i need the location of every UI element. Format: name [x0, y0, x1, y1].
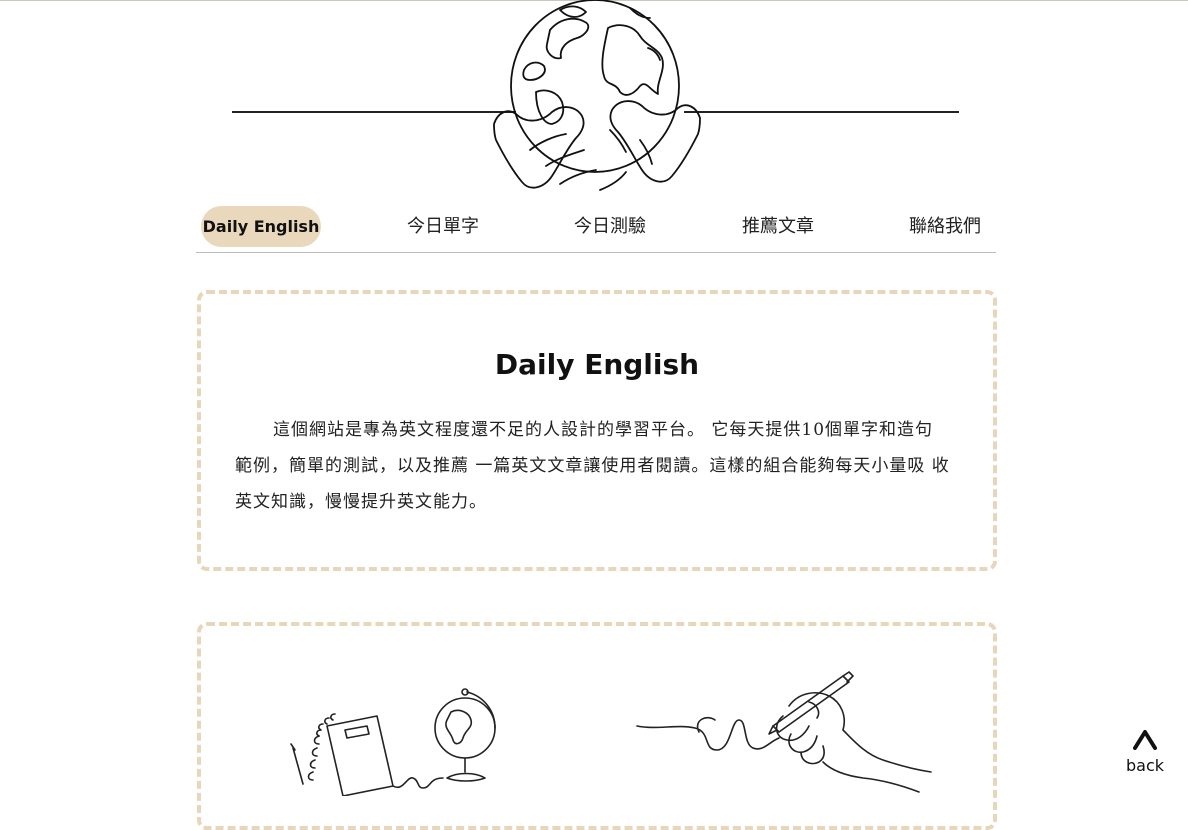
notebook-and-globe-illustration — [290, 688, 496, 796]
header-line-right — [684, 111, 959, 113]
nav-item-contact-us[interactable]: 聯絡我們 — [909, 206, 981, 248]
nav-logo-daily-english[interactable]: Daily English — [201, 206, 321, 247]
illustration-card — [197, 622, 997, 830]
caret-up-icon — [1133, 730, 1157, 750]
header-line-left — [232, 111, 516, 113]
intro-card: Daily English 這個網站是專為英文程度還不足的人設計的學習平台。 它… — [197, 290, 997, 571]
back-label: back — [1125, 756, 1165, 775]
nav-item-today-quiz[interactable]: 今日測驗 — [574, 206, 646, 248]
nav-item-recommended-articles[interactable]: 推薦文章 — [742, 206, 814, 248]
main-nav: Daily English 今日單字 今日測驗 推薦文章 聯絡我們 — [196, 206, 996, 253]
intro-title: Daily English — [494, 348, 700, 381]
site-header — [0, 0, 1188, 205]
hand-writing-illustration — [636, 671, 932, 793]
nav-item-today-words[interactable]: 今日單字 — [407, 206, 479, 248]
globe-in-hands-icon — [493, 0, 701, 191]
intro-text: 這個網站是專為英文程度還不足的人設計的學習平台。 它每天提供10個單字和造句範例… — [235, 420, 950, 512]
back-to-top-button[interactable]: back — [1122, 724, 1168, 780]
